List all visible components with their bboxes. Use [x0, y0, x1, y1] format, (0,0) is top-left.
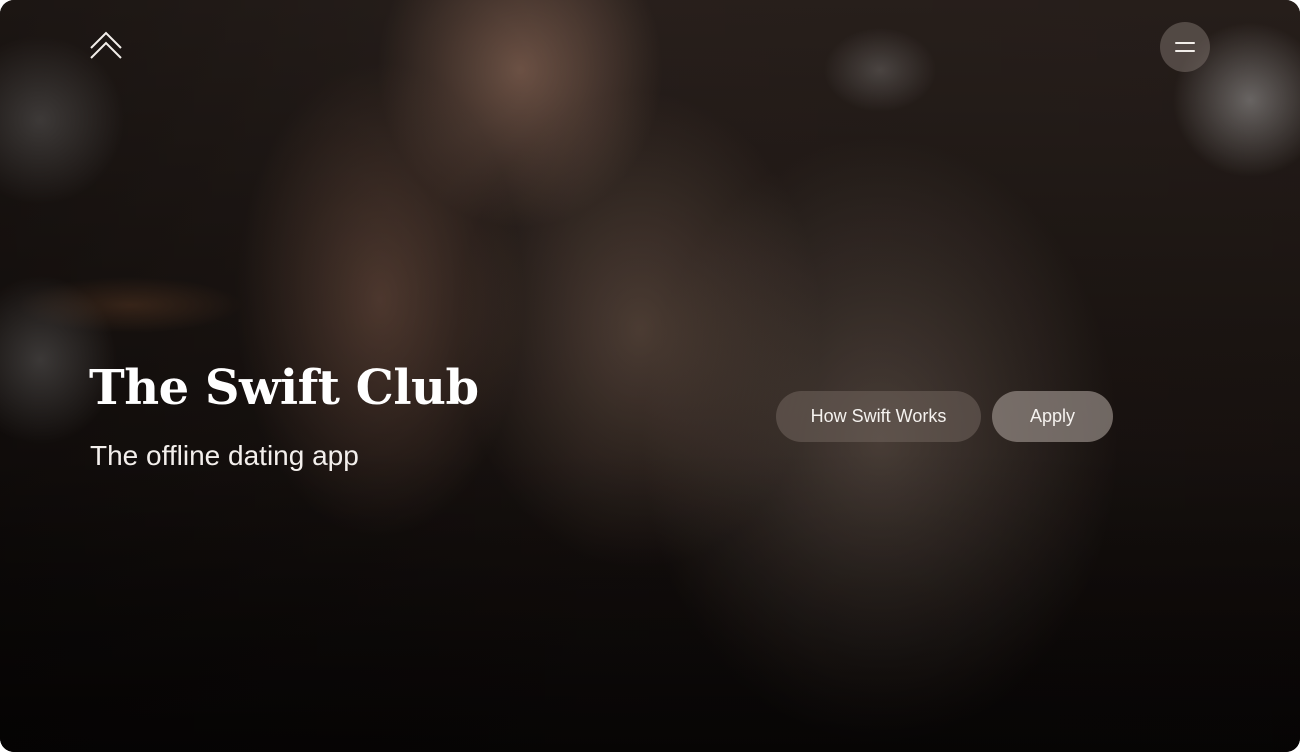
menu-line-icon: [1175, 42, 1195, 44]
how-swift-works-button[interactable]: How Swift Works: [776, 391, 981, 442]
hero-subtitle: The offline dating app: [90, 440, 359, 471]
hero-title: The Swift Club: [89, 360, 479, 416]
menu-line-icon: [1175, 50, 1195, 52]
hamburger-menu-button[interactable]: [1160, 22, 1210, 72]
apply-button[interactable]: Apply: [992, 391, 1113, 442]
double-chevron-up-icon[interactable]: [88, 28, 124, 64]
page-frame: The Swift Club The offline dating app Ho…: [0, 0, 1300, 752]
